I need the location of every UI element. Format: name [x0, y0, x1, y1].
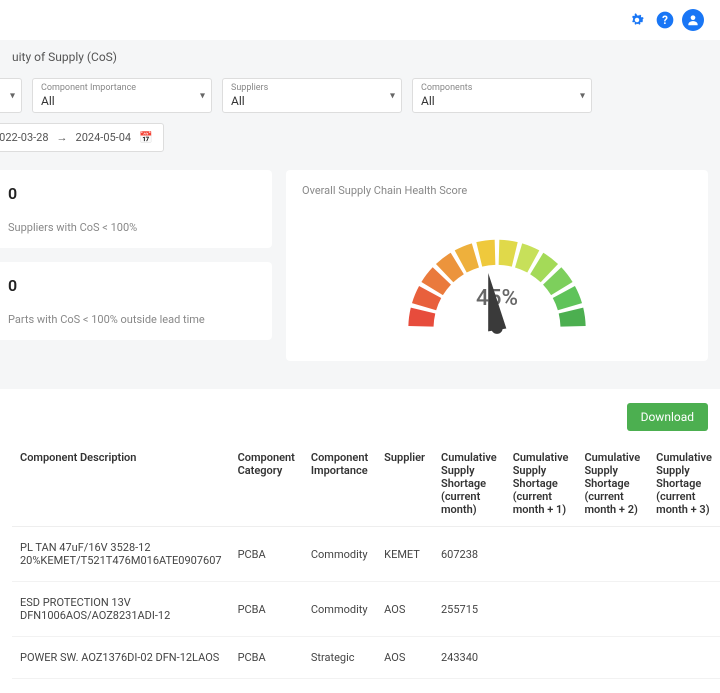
filter-label: Components — [421, 83, 583, 93]
table-cell: AOS — [376, 582, 433, 637]
table-row: POWER SW. AOZ1376DI-02 DFN-12LAOSPCBAStr… — [12, 637, 720, 679]
table-cell — [505, 637, 577, 679]
filter-bar: ▾ Component Importance All ▾ Suppliers A… — [0, 70, 720, 160]
metric-label: Suppliers with CoS < 100% — [8, 221, 256, 234]
user-icon[interactable] — [682, 9, 704, 31]
svg-text:?: ? — [662, 13, 668, 27]
table-row: ESD PROTECTION 13V DFN1006AOS/AOZ8231ADI… — [12, 582, 720, 637]
chevron-down-icon: ▾ — [390, 90, 395, 101]
table-cell: 607238 — [433, 527, 505, 582]
table-cell: POWER SW. AOZ1376DI-02 DFN-12LAOS — [12, 637, 230, 679]
metric-value: 0 — [8, 184, 256, 203]
date-range-picker[interactable]: 2022-03-28 → 2024-05-04 📅 — [0, 123, 164, 152]
metric-label: Parts with CoS < 100% outside lead time — [8, 313, 256, 326]
table-cell: Strategic — [303, 637, 376, 679]
filter-components[interactable]: Components All ▾ — [412, 78, 592, 113]
table-cell — [648, 582, 720, 637]
table-header: Cumulative Supply Shortage (current mont… — [576, 441, 648, 527]
table-row: PL TAN 47uF/16V 3528-12 20%KEMET/T521T47… — [12, 527, 720, 582]
table-header: Supplier — [376, 441, 433, 527]
card-suppliers-lt100: 0 Suppliers with CoS < 100% — [0, 170, 272, 248]
table-cell — [576, 582, 648, 637]
table-header: Cumulative Supply Shortage (current mont… — [433, 441, 505, 527]
table-cell — [576, 527, 648, 582]
gauge-chart: 45% — [367, 207, 627, 347]
download-button[interactable]: Download — [627, 403, 708, 431]
table-header: Component Importance — [303, 441, 376, 527]
table-header: Component Description — [12, 441, 230, 527]
chevron-down-icon: ▾ — [10, 90, 15, 101]
filter-label: Suppliers — [231, 83, 393, 93]
chevron-down-icon: ▾ — [200, 90, 205, 101]
gear-icon[interactable] — [626, 9, 648, 31]
table-cell — [576, 637, 648, 679]
gauge-card: Overall Supply Chain Health Score 45% — [286, 170, 708, 361]
table-cell: 243340 — [433, 637, 505, 679]
table-cell: KEMET — [376, 527, 433, 582]
filter-value: All — [421, 93, 583, 108]
table-cell — [505, 527, 577, 582]
help-icon[interactable]: ? — [654, 9, 676, 31]
date-to: 2024-05-04 — [76, 131, 132, 144]
shortage-table: Component DescriptionComponent CategoryC… — [12, 441, 720, 679]
gauge-title: Overall Supply Chain Health Score — [302, 184, 692, 197]
table-cell: AOS — [376, 637, 433, 679]
filter-value: All — [41, 93, 203, 108]
breadcrumb: uity of Supply (CoS) — [0, 40, 720, 70]
table-cell: PCBA — [230, 637, 303, 679]
table-cell: PCBA — [230, 582, 303, 637]
filter-importance[interactable]: Component Importance All ▾ — [32, 78, 212, 113]
filter-label: Component Importance — [41, 83, 203, 93]
table-cell — [505, 582, 577, 637]
calendar-icon: 📅 — [139, 131, 153, 144]
chevron-down-icon: ▾ — [580, 90, 585, 101]
table-cell: Commodity — [303, 527, 376, 582]
table-cell: PL TAN 47uF/16V 3528-12 20%KEMET/T521T47… — [12, 527, 230, 582]
topbar: ? — [0, 0, 720, 40]
table-header: Cumulative Supply Shortage (current mont… — [648, 441, 720, 527]
table-section: Download Component DescriptionComponent … — [0, 389, 720, 693]
filter-value: All — [231, 93, 393, 108]
metric-value: 0 — [8, 276, 256, 295]
table-cell — [648, 527, 720, 582]
table-cell: 255715 — [433, 582, 505, 637]
table-cell: ESD PROTECTION 13V DFN1006AOS/AOZ8231ADI… — [12, 582, 230, 637]
date-arrow-icon: → — [57, 131, 68, 144]
summary-cards: 0 Suppliers with CoS < 100% 0 Parts with… — [0, 160, 720, 371]
table-header: Component Category — [230, 441, 303, 527]
date-from: 2022-03-28 — [0, 131, 49, 144]
table-cell: PCBA — [230, 527, 303, 582]
filter-unknown[interactable]: ▾ — [0, 78, 22, 113]
filter-suppliers[interactable]: Suppliers All ▾ — [222, 78, 402, 113]
table-cell: Commodity — [303, 582, 376, 637]
table-header: Cumulative Supply Shortage (current mont… — [505, 441, 577, 527]
card-parts-lt100: 0 Parts with CoS < 100% outside lead tim… — [0, 262, 272, 340]
table-cell — [648, 637, 720, 679]
